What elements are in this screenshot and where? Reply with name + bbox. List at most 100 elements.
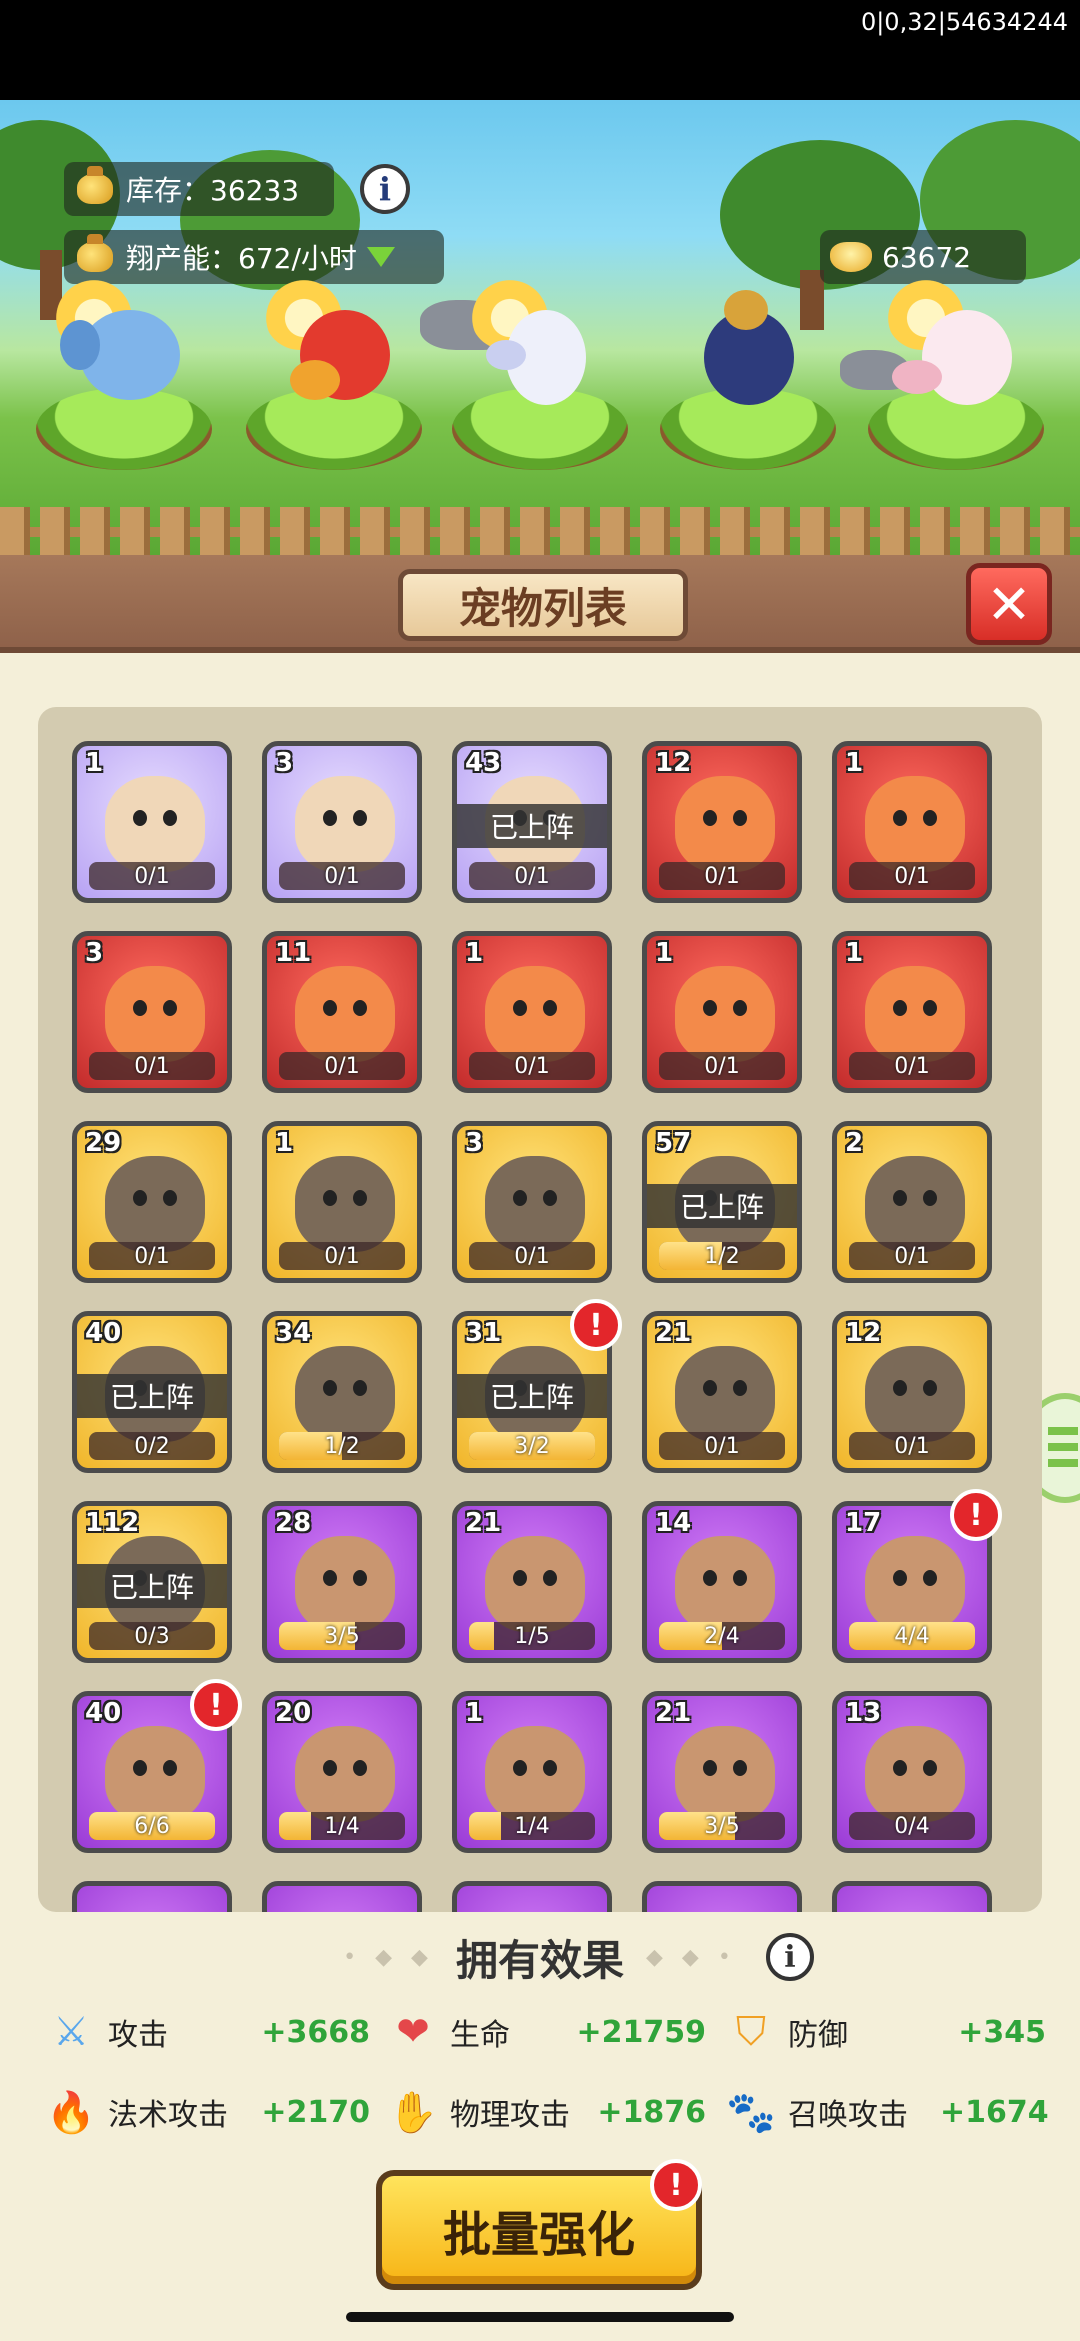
pet-level: 40 — [85, 1698, 122, 1728]
deployed-pet-fish[interactable] — [264, 270, 400, 420]
pet-card[interactable]: 57 已上阵 1/2 — [642, 1121, 802, 1283]
pet-card[interactable]: 20 1/4 — [262, 1691, 422, 1853]
pet-level: 1 — [465, 1698, 484, 1728]
shard-progress-bar: 2/4 — [659, 1622, 785, 1650]
pet-level: 12 — [655, 748, 692, 778]
pet-card[interactable]: 1 1/4 — [452, 1691, 612, 1853]
shard-progress-bar: 0/1 — [659, 1052, 785, 1080]
shard-progress-text: 0/1 — [894, 1243, 930, 1269]
pet-card[interactable]: 21 1/5 — [452, 1501, 612, 1663]
pet-card[interactable]: 28 3/5 — [262, 1501, 422, 1663]
shard-progress-bar: 0/1 — [849, 1432, 975, 1460]
shard-progress-text: 1/5 — [514, 1623, 550, 1649]
shard-progress-bar: 1/5 — [469, 1622, 595, 1650]
home-indicator[interactable] — [346, 2312, 734, 2322]
stat-hp: ❤ 生命 — [386, 2002, 510, 2062]
effects-title: 拥有效果 — [455, 1935, 624, 1985]
pet-card[interactable]: 11 0/1 — [262, 931, 422, 1093]
pet-level: 112 — [85, 1508, 140, 1538]
pet-card[interactable]: 12 0/1 — [642, 741, 802, 903]
stat-physical-value-wrap: +1876 — [590, 2082, 706, 2142]
pet-card[interactable]: 21 3/5 — [642, 1691, 802, 1853]
pet-portrait — [865, 966, 965, 1062]
pet-level: 1 — [465, 938, 484, 968]
pet-card-partial[interactable] — [262, 1881, 422, 1912]
shard-progress-bar: 0/1 — [279, 862, 405, 890]
decor-dots: ◆ ◆ • — [646, 1944, 737, 1970]
pet-card[interactable]: 1 0/1 — [452, 931, 612, 1093]
production-pill[interactable]: 翔产能：672/小时 — [64, 230, 444, 284]
shard-progress-bar: 4/4 — [849, 1622, 975, 1650]
shard-progress-text: 0/1 — [324, 863, 360, 889]
pet-card[interactable]: 1 0/1 — [642, 931, 802, 1093]
pet-card[interactable]: 43 已上阵 0/1 — [452, 741, 612, 903]
shard-progress-text: 0/1 — [514, 1053, 550, 1079]
deployed-pet-fox[interactable] — [886, 270, 1022, 420]
shard-progress-bar: 0/1 — [469, 862, 595, 890]
pet-portrait — [485, 1536, 585, 1632]
pet-card[interactable]: 1 0/1 — [72, 741, 232, 903]
deployed-tag: 已上阵 — [457, 804, 607, 848]
shard-progress-text: 3/5 — [704, 1813, 740, 1839]
pet-card[interactable]: 13 0/4 — [832, 1691, 992, 1853]
pet-level: 1 — [845, 748, 864, 778]
pet-level: 1 — [85, 748, 104, 778]
pet-portrait — [295, 776, 395, 872]
panel-title: 宠物列表 — [398, 569, 688, 641]
pet-level: 28 — [275, 1508, 312, 1538]
pet-level: 1 — [275, 1128, 294, 1158]
pet-portrait — [675, 1346, 775, 1442]
pet-grid: 1 0/1 3 0/1 43 已上阵 0/1 12 0/1 1 0/1 3 0/1 11 0/1 1 0/1 1 0… — [38, 707, 1042, 1912]
shard-progress-bar: 3/5 — [659, 1812, 785, 1840]
pet-card[interactable]: 12 0/1 — [832, 1311, 992, 1473]
deployed-pet-unicorn[interactable] — [470, 270, 606, 420]
pet-card[interactable]: 1 0/1 — [262, 1121, 422, 1283]
pet-portrait — [295, 966, 395, 1062]
pet-card[interactable]: 34 1/2 — [262, 1311, 422, 1473]
pet-level: 3 — [85, 938, 104, 968]
gold-text: 63672 — [882, 240, 972, 274]
shard-progress-text: 0/2 — [134, 1433, 170, 1459]
pet-card[interactable]: 14 2/4 — [642, 1501, 802, 1663]
pet-card[interactable]: 40 已上阵 0/2 — [72, 1311, 232, 1473]
shard-progress-text: 0/1 — [894, 863, 930, 889]
info-icon[interactable]: i — [360, 164, 410, 214]
pet-card[interactable]: 2 0/1 — [832, 1121, 992, 1283]
pet-card[interactable]: 21 0/1 — [642, 1311, 802, 1473]
shard-progress-text: 4/4 — [894, 1623, 930, 1649]
shield-icon: ⛉ — [736, 2009, 766, 2055]
shard-progress-text: 0/1 — [134, 1053, 170, 1079]
pet-card-partial[interactable] — [452, 1881, 612, 1912]
close-button[interactable]: ✕ — [966, 563, 1052, 645]
pet-level: 31 — [465, 1318, 502, 1348]
pet-level: 21 — [465, 1508, 502, 1538]
shard-progress-text: 0/1 — [704, 863, 740, 889]
paw-icon: 🐾 — [726, 2089, 776, 2136]
pet-card[interactable]: 1 0/1 — [832, 931, 992, 1093]
shard-progress-bar: 0/1 — [279, 1052, 405, 1080]
pet-card[interactable]: 1 0/1 — [832, 741, 992, 903]
pet-card-partial[interactable] — [832, 1881, 992, 1912]
deployed-pet-eagle[interactable] — [684, 280, 814, 420]
deployed-pet-elephant[interactable] — [54, 270, 190, 420]
alert-badge: ! — [190, 1679, 242, 1731]
stock-text: 库存：36233 — [126, 174, 300, 207]
pet-card[interactable]: 3 0/1 — [72, 931, 232, 1093]
shard-progress-bar: 0/1 — [279, 1242, 405, 1270]
pet-card-partial[interactable] — [72, 1881, 232, 1912]
deployed-tag: 已上阵 — [457, 1374, 607, 1418]
effects-info-icon[interactable]: i — [766, 1933, 814, 1981]
pet-portrait — [295, 1536, 395, 1632]
stat-value: +1674 — [940, 2094, 1049, 2130]
stat-value: +21759 — [576, 2014, 706, 2050]
pet-level: 11 — [275, 938, 312, 968]
chevron-down-icon — [366, 247, 395, 267]
stat-summon-attack: 🐾 召唤攻击 — [724, 2082, 908, 2142]
pet-card[interactable]: 3 0/1 — [262, 741, 422, 903]
shard-progress-text: 0/1 — [134, 863, 170, 889]
pet-card[interactable]: 3 0/1 — [452, 1121, 612, 1283]
pet-card[interactable]: 29 0/1 — [72, 1121, 232, 1283]
pet-card[interactable]: 112 已上阵 0/3 — [72, 1501, 232, 1663]
pet-card-partial[interactable] — [642, 1881, 802, 1912]
alert-badge: ! — [950, 1489, 1002, 1541]
